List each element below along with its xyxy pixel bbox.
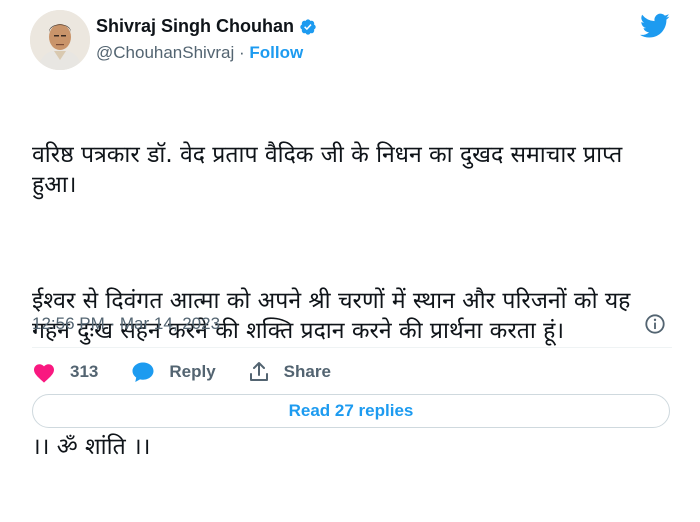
share-button[interactable]: Share — [248, 361, 331, 383]
heart-icon — [34, 364, 54, 383]
author-name[interactable]: Shivraj Singh Chouhan — [96, 16, 294, 37]
tweet-timestamp[interactable]: 12:56 PM · Mar 14, 2023 — [32, 314, 220, 334]
separator-dot: · — [238, 43, 245, 62]
read-replies-button[interactable]: Read 27 replies — [32, 394, 670, 428]
reply-button[interactable]: Reply — [131, 361, 216, 383]
share-upload-icon — [249, 362, 268, 381]
twitter-bird-icon[interactable] — [640, 13, 670, 39]
author-handle-row: @ChouhanShivraj · Follow — [96, 43, 303, 63]
author-name-row[interactable]: Shivraj Singh Chouhan — [96, 16, 317, 37]
comment-bubble-icon — [132, 362, 154, 382]
follow-button[interactable]: Follow — [249, 43, 303, 62]
avatar[interactable] — [30, 10, 90, 70]
divider — [32, 347, 672, 348]
verified-badge-icon — [300, 18, 316, 35]
share-label: Share — [283, 362, 331, 381]
info-icon[interactable] — [644, 313, 666, 335]
reply-label: Reply — [169, 362, 216, 381]
action-bar: 313 Reply Share — [32, 359, 331, 385]
tweet-card: Shivraj Singh Chouhan @ChouhanShivraj · … — [0, 0, 700, 460]
tweet-paragraph-3: ।। ॐ शांति ।। — [32, 434, 151, 460]
like-count: 313 — [70, 362, 99, 381]
like-button[interactable]: 313 — [32, 361, 98, 383]
tweet-text: वरिष्ठ पत्रकार डॉ. वेद प्रताप वैदिक जी क… — [32, 80, 672, 522]
tweet-paragraph-1: वरिष्ठ पत्रकार डॉ. वेद प्रताप वैदिक जी क… — [32, 142, 630, 198]
author-handle[interactable]: @ChouhanShivraj — [96, 43, 234, 62]
